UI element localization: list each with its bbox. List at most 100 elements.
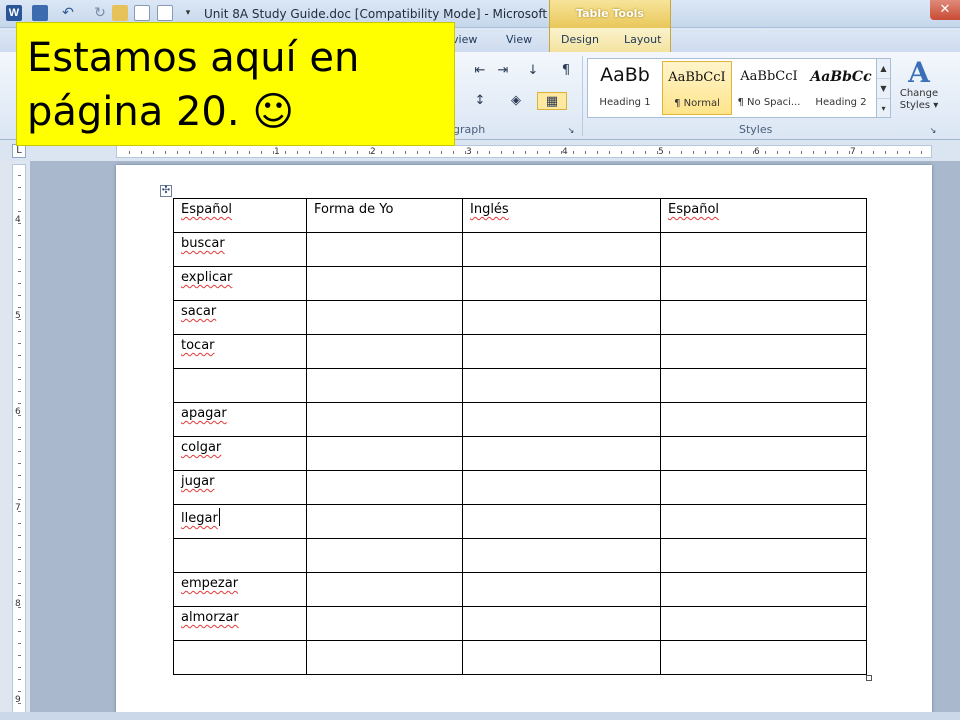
- ruler-tick: [609, 151, 610, 154]
- show-formatting-icon[interactable]: ¶: [556, 62, 576, 80]
- style-heading-2[interactable]: AaBbCc Heading 2: [806, 61, 876, 115]
- table-cell[interactable]: [462, 334, 661, 369]
- table-cell[interactable]: [306, 368, 463, 403]
- ruler-tick: [18, 391, 21, 392]
- table-cell[interactable]: [462, 232, 661, 267]
- close-window-button[interactable]: ✕: [930, 0, 960, 20]
- style-heading-1[interactable]: AaBb Heading 1: [590, 61, 660, 115]
- table-cell[interactable]: [660, 436, 867, 471]
- table-cell[interactable]: Inglés: [462, 198, 661, 233]
- style-no-spacing[interactable]: AaBbCcI ¶ No Spaci...: [734, 61, 804, 115]
- table-cell[interactable]: jugar: [173, 470, 307, 505]
- table-cell[interactable]: almorzar: [173, 606, 307, 641]
- sort-icon[interactable]: ↓: [523, 62, 543, 80]
- table-cell[interactable]: [660, 606, 867, 641]
- table-cell[interactable]: [660, 640, 867, 675]
- table-cell[interactable]: [660, 300, 867, 335]
- horizontal-ruler[interactable]: 1 2 3 4 5 6 7: [116, 145, 932, 158]
- table-cell[interactable]: [306, 334, 463, 369]
- table-cell[interactable]: [173, 640, 307, 675]
- table-cell[interactable]: [306, 402, 463, 437]
- table-cell[interactable]: [660, 266, 867, 301]
- vertical-ruler[interactable]: 4 5 6 7 8 9: [12, 164, 26, 720]
- print-preview-icon[interactable]: [157, 5, 173, 21]
- table-cell[interactable]: [306, 470, 463, 505]
- verb-text: almorzar: [181, 610, 239, 625]
- table-cell[interactable]: colgar: [173, 436, 307, 471]
- table-cell[interactable]: [660, 402, 867, 437]
- table-move-handle-icon[interactable]: ✣: [160, 185, 172, 197]
- table-cell[interactable]: empezar: [173, 572, 307, 607]
- table-cell[interactable]: [462, 368, 661, 403]
- table-cell[interactable]: [462, 538, 661, 573]
- table-cell[interactable]: llegar: [173, 504, 307, 539]
- verb-text: colgar: [181, 440, 222, 455]
- save-icon[interactable]: [32, 5, 48, 21]
- gallery-down-icon[interactable]: ▼: [877, 79, 890, 99]
- table-cell[interactable]: [660, 572, 867, 607]
- table-cell[interactable]: [306, 436, 463, 471]
- ruler-tick: [18, 595, 21, 596]
- customize-toolbar-icon[interactable]: ▾: [180, 5, 196, 21]
- table-cell[interactable]: [462, 402, 661, 437]
- table-cell[interactable]: [462, 300, 661, 335]
- styles-dialog-launcher-icon[interactable]: ↘: [928, 122, 938, 140]
- gallery-up-icon[interactable]: ▲: [877, 59, 890, 79]
- table-cell[interactable]: [306, 504, 463, 539]
- ruler-tick: [18, 379, 21, 380]
- tab-design[interactable]: Design: [561, 33, 599, 46]
- table-cell[interactable]: tocar: [173, 334, 307, 369]
- table-cell[interactable]: Forma de Yo: [306, 198, 463, 233]
- table-cell[interactable]: sacar: [173, 300, 307, 335]
- table-cell[interactable]: [660, 368, 867, 403]
- table-cell[interactable]: [462, 640, 661, 675]
- table-cell[interactable]: [306, 606, 463, 641]
- table-cell[interactable]: [462, 606, 661, 641]
- line-spacing-icon[interactable]: ↕: [470, 92, 490, 110]
- paragraph-dialog-launcher-icon[interactable]: ↘: [566, 122, 576, 140]
- table-cell[interactable]: [462, 266, 661, 301]
- table-cell[interactable]: Español: [660, 198, 867, 233]
- table-cell[interactable]: apagar: [173, 402, 307, 437]
- style-normal[interactable]: AaBbCcI ¶ Normal: [662, 61, 732, 115]
- ruler-number: 2: [370, 147, 376, 157]
- ruler-tick: [657, 151, 658, 154]
- decrease-indent-icon[interactable]: ⇤: [470, 62, 490, 80]
- table-cell[interactable]: [306, 640, 463, 675]
- table-cell[interactable]: [173, 538, 307, 573]
- table-cell[interactable]: [660, 504, 867, 539]
- table-cell[interactable]: [462, 572, 661, 607]
- change-styles-button[interactable]: A Change Styles ▾: [896, 56, 942, 120]
- table-cell[interactable]: [462, 436, 661, 471]
- table-cell[interactable]: [660, 470, 867, 505]
- table-cell[interactable]: explicar: [173, 266, 307, 301]
- table-cell[interactable]: [306, 232, 463, 267]
- shading-icon[interactable]: ◈: [506, 92, 526, 110]
- tab-review[interactable]: view: [452, 33, 477, 46]
- tab-view[interactable]: View: [506, 33, 532, 46]
- table-cell[interactable]: [462, 470, 661, 505]
- increase-indent-icon[interactable]: ⇥: [493, 62, 513, 80]
- table-cell[interactable]: Español: [173, 198, 307, 233]
- table-cell[interactable]: [306, 572, 463, 607]
- styles-gallery-scroll[interactable]: ▲ ▼ ▾: [877, 58, 891, 118]
- tab-layout[interactable]: Layout: [624, 33, 661, 46]
- table-cell[interactable]: [660, 538, 867, 573]
- table-cell[interactable]: [306, 266, 463, 301]
- table-cell[interactable]: [660, 232, 867, 267]
- table-resize-handle[interactable]: [866, 675, 872, 681]
- table-cell[interactable]: [306, 300, 463, 335]
- table-cell[interactable]: [462, 504, 661, 539]
- table-cell[interactable]: buscar: [173, 232, 307, 267]
- table-cell[interactable]: [660, 334, 867, 369]
- undo-icon[interactable]: ↶: [60, 5, 76, 21]
- table-cell[interactable]: [306, 538, 463, 573]
- new-document-icon[interactable]: [134, 5, 150, 21]
- tab-selector[interactable]: L: [12, 144, 26, 158]
- redo-icon[interactable]: ↻: [92, 5, 108, 21]
- table-cell[interactable]: [173, 368, 307, 403]
- word-app-icon[interactable]: W: [6, 5, 22, 21]
- open-folder-icon[interactable]: [112, 5, 128, 21]
- gallery-more-icon[interactable]: ▾: [877, 99, 890, 119]
- borders-icon[interactable]: ▦: [537, 92, 567, 110]
